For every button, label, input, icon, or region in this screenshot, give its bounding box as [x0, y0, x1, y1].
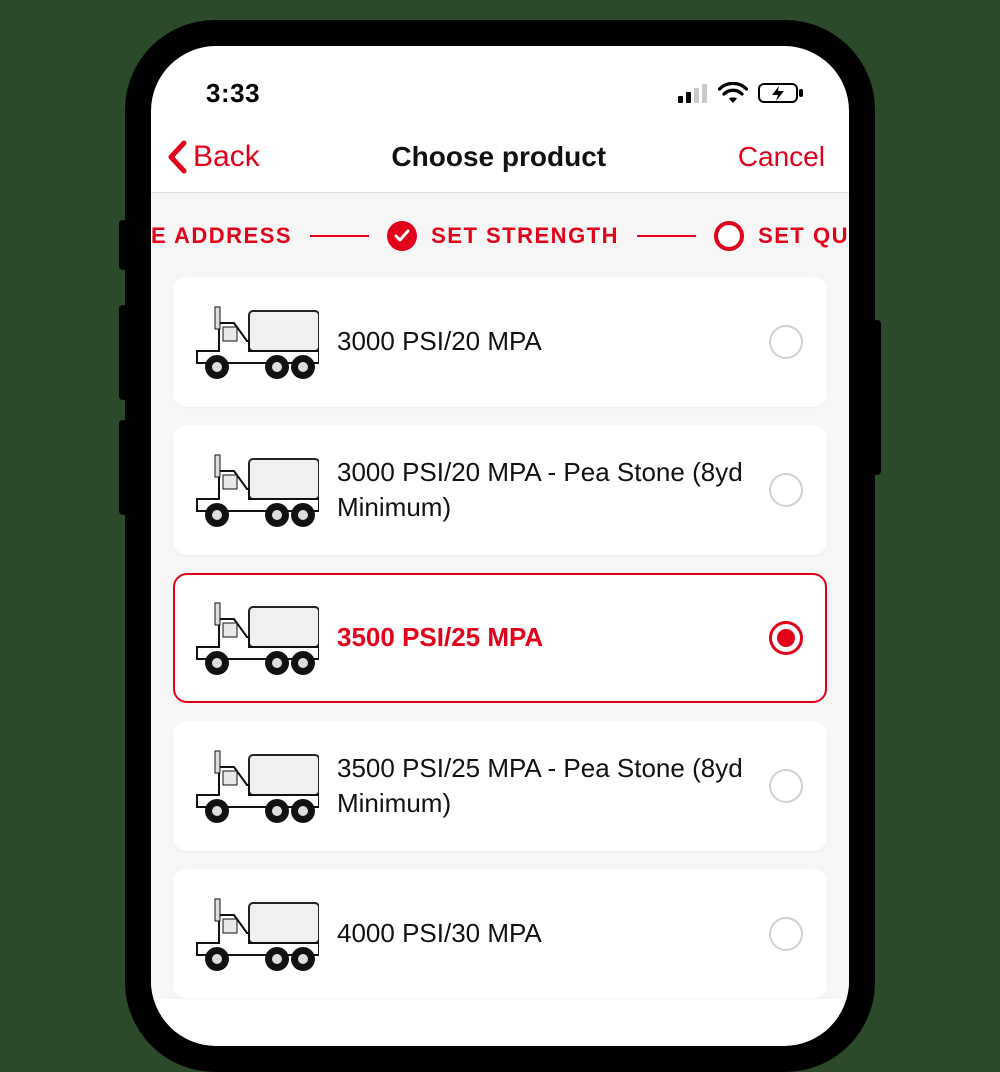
phone-volume-down	[119, 420, 127, 515]
step-quantity-label: SET QU	[758, 223, 849, 249]
cellular-icon	[678, 83, 708, 103]
back-button[interactable]: Back	[165, 140, 260, 174]
product-option[interactable]: 3000 PSI/20 MPA - Pea Stone (8yd Minimum…	[173, 425, 827, 555]
radio-unselected[interactable]	[769, 769, 803, 803]
product-option-selected[interactable]: 3500 PSI/25 MPA	[173, 573, 827, 703]
product-label: 3000 PSI/20 MPA - Pea Stone (8yd Minimum…	[337, 455, 769, 525]
cancel-button[interactable]: Cancel	[738, 141, 825, 173]
status-bar: 3:33	[151, 46, 849, 126]
radio-unselected[interactable]	[769, 325, 803, 359]
step-pending-icon	[714, 221, 744, 251]
product-label: 3000 PSI/20 MPA	[337, 324, 769, 359]
truck-icon	[189, 293, 319, 391]
radio-unselected[interactable]	[769, 473, 803, 507]
radio-unselected[interactable]	[769, 917, 803, 951]
stepper: E ADDRESS SET STRENGTH SET QU	[151, 193, 849, 277]
product-option[interactable]: 3500 PSI/25 MPA - Pea Stone (8yd Minimum…	[173, 721, 827, 851]
step-strength: SET STRENGTH	[387, 221, 619, 251]
nav-bar: Back Choose product Cancel	[151, 126, 849, 193]
back-label: Back	[193, 140, 260, 174]
product-label: 3500 PSI/25 MPA	[337, 620, 769, 655]
wifi-icon	[718, 82, 748, 104]
product-list[interactable]: 3000 PSI/20 MPA	[151, 277, 849, 999]
step-connector	[637, 235, 696, 237]
step-strength-label: SET STRENGTH	[431, 223, 619, 249]
truck-icon	[189, 441, 319, 539]
battery-charging-icon	[758, 82, 804, 104]
status-time: 3:33	[206, 78, 260, 109]
status-indicators	[678, 82, 804, 104]
chevron-left-icon	[165, 140, 191, 174]
step-address: E ADDRESS	[151, 223, 292, 249]
screen: 3:33	[151, 46, 849, 1046]
step-quantity: SET QU	[714, 221, 849, 251]
product-label: 4000 PSI/30 MPA	[337, 916, 769, 951]
truck-icon	[189, 589, 319, 687]
step-connector	[310, 235, 369, 237]
check-circle-icon	[387, 221, 417, 251]
radio-selected[interactable]	[769, 621, 803, 655]
product-label: 3500 PSI/25 MPA - Pea Stone (8yd Minimum…	[337, 751, 769, 821]
truck-icon	[189, 737, 319, 835]
phone-silent-switch	[119, 220, 127, 270]
truck-icon	[189, 885, 319, 983]
page-title: Choose product	[391, 141, 606, 173]
phone-side-button	[873, 320, 881, 475]
phone-frame: 3:33	[125, 20, 875, 1072]
step-address-label: E ADDRESS	[151, 223, 292, 249]
product-option[interactable]: 3000 PSI/20 MPA	[173, 277, 827, 407]
product-option[interactable]: 4000 PSI/30 MPA	[173, 869, 827, 999]
phone-volume-up	[119, 305, 127, 400]
